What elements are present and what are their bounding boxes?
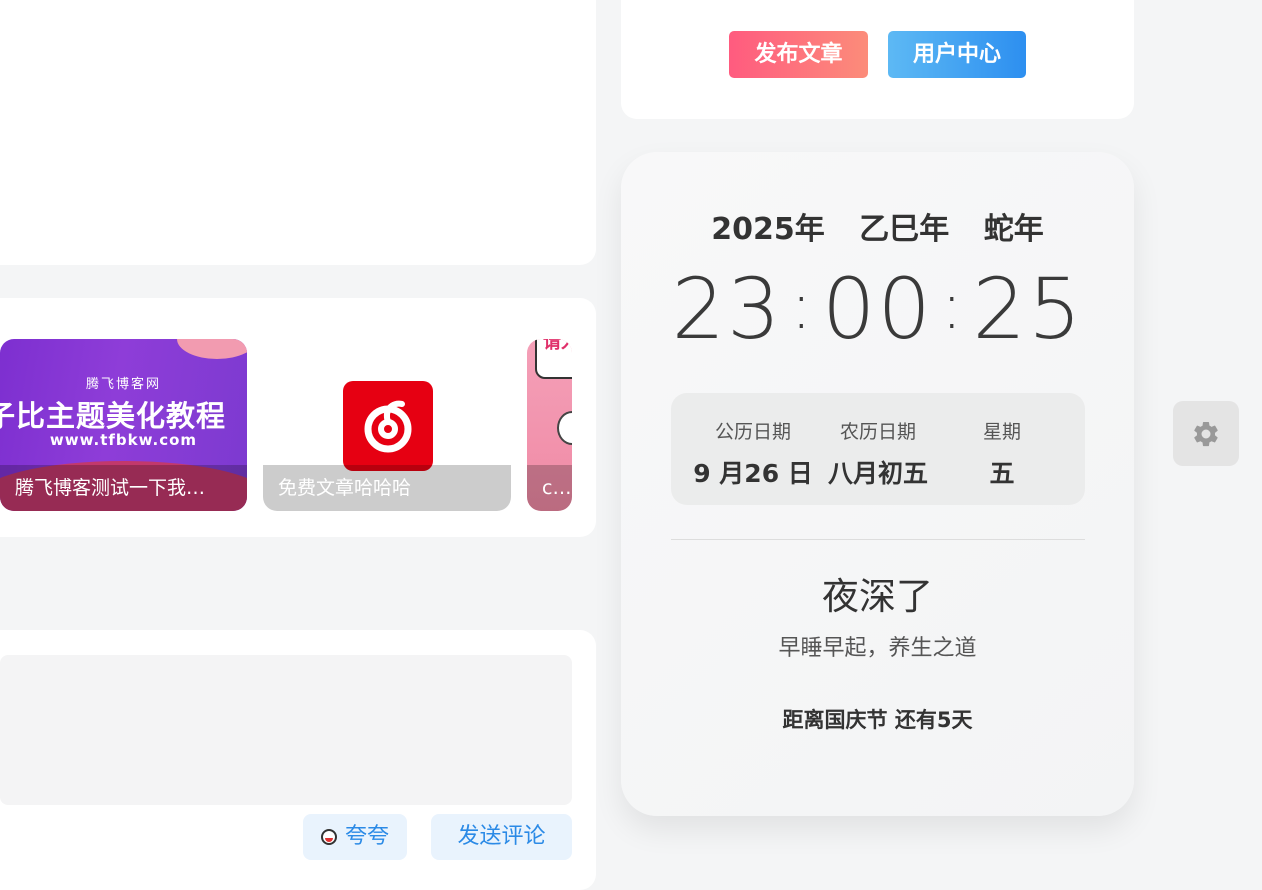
greeting-text: 夜深了 [822,575,933,618]
date-label: 星期 [982,421,1021,443]
date-value: 9 月26 日 [693,459,813,488]
time-separator: : [790,270,815,344]
post-card[interactable]: 请入 c对 [527,339,572,511]
date-panel: 公历日期 9 月26 日 农历日期 八月初五 星期 五 [671,393,1085,505]
date-label: 农历日期 [839,421,916,443]
ganzhi-year: 乙巳年 [859,212,950,247]
post-card[interactable]: 免费文章哈哈哈 [263,339,511,511]
divider [671,539,1085,540]
comment-textarea[interactable] [0,655,572,805]
health-tip: 早睡早起，养生之道 [778,636,977,661]
content-card [0,0,596,265]
gear-icon [1194,421,1218,447]
lunar-date: 农历日期 八月初五 [809,393,947,490]
date-label: 公历日期 [714,421,791,443]
post-carousel: 腾飞博客网 子比主题美化教程 www.tfbkw.com 腾飞博客测试一下我… … [0,298,596,537]
post-title[interactable]: c对 [527,465,572,511]
netease-music-icon [343,381,433,471]
praise-button[interactable]: 夸夸 [303,814,407,860]
user-card: 发布文章 用户中心 [621,0,1134,119]
seconds: 25 [972,260,1084,358]
time-separator: : [940,270,965,344]
year: 2025年 [711,212,825,247]
weekday: 星期 五 [933,393,1071,490]
time-display: 23:00:25 [621,260,1134,358]
post-card[interactable]: 腾飞博客网 子比主题美化教程 www.tfbkw.com 腾飞博客测试一下我… [0,339,247,511]
send-comment-button[interactable]: 发送评论 [431,814,572,860]
publish-article-button[interactable]: 发布文章 [729,31,868,78]
banner-title: 子比主题美化教程 [0,399,227,433]
banner-url: www.tfbkw.com [49,431,198,449]
gregorian-date: 公历日期 9 月26 日 [684,393,822,490]
post-title[interactable]: 免费文章哈哈哈 [263,465,511,511]
comment-card: 夸夸 发送评论 [0,630,596,890]
date-value: 五 [989,459,1015,488]
holiday-countdown: 距离国庆节 还有5天 [782,708,973,732]
user-center-button[interactable]: 用户中心 [888,31,1026,78]
date-value: 八月初五 [827,459,928,488]
zodiac-year: 蛇年 [983,212,1044,247]
post-title[interactable]: 腾飞博客测试一下我… [0,465,247,511]
banner-site-name: 腾飞博客网 [85,377,161,392]
hours: 23 [671,260,783,358]
minutes: 00 [822,260,933,358]
emoji-face-icon [320,829,337,845]
clock-widget: 2025年 乙巳年 蛇年 23:00:25 公历日期 9 月26 日 农历日期 … [621,152,1134,816]
year-line: 2025年 乙巳年 蛇年 [621,204,1134,248]
banner-speech-bubble: 请入 [535,339,572,379]
settings-button[interactable] [1173,401,1239,466]
